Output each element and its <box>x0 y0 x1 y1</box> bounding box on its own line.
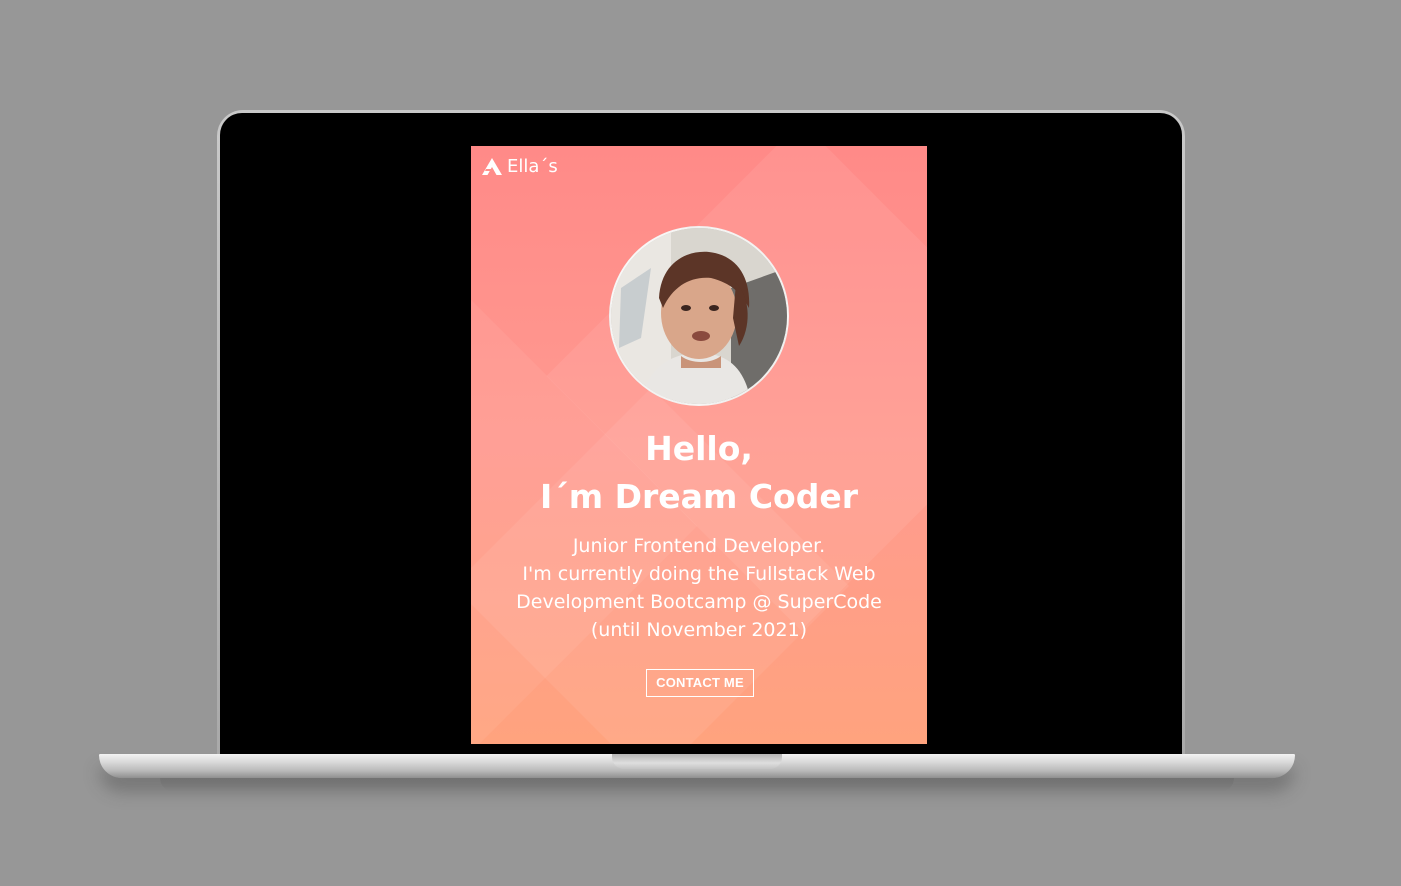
brand-name: Ella´s <box>507 156 558 177</box>
brand-logo[interactable]: Ella´s <box>482 156 558 177</box>
bio-line: Development Bootcamp @ SuperCode <box>516 591 882 613</box>
laptop-notch <box>612 754 782 769</box>
website-screen: Ella´s Hello, I´m Dream Coder Junior Fro… <box>471 146 927 744</box>
avatar <box>609 226 789 406</box>
hero-heading-line2: I´m Dream Coder <box>539 477 858 516</box>
logo-a-icon <box>482 158 502 175</box>
bio-line: I'm currently doing the Fullstack Web <box>522 563 876 585</box>
bio-line: Junior Frontend Developer. <box>572 535 826 557</box>
mockup-stage: Ella´s Hello, I´m Dream Coder Junior Fro… <box>0 0 1401 886</box>
contact-me-button[interactable]: CONTACT ME <box>646 669 754 697</box>
hero-heading-line1: Hello, <box>645 429 753 468</box>
laptop-base-shadow <box>160 778 1234 792</box>
bio-line: (until November 2021) <box>590 619 808 641</box>
